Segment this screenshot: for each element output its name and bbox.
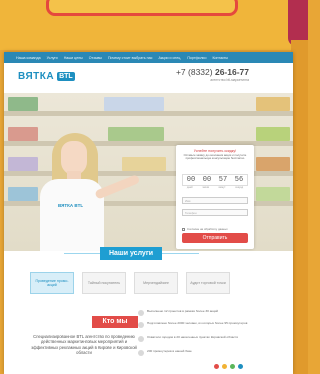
fact-icon xyxy=(138,350,144,356)
services-heading: Наши услуги xyxy=(100,247,162,260)
shelf-goods xyxy=(104,97,164,111)
checkbox-label: Согласен на обработку данных xyxy=(187,227,228,231)
shelf-goods xyxy=(256,127,290,141)
fact-icon xyxy=(138,310,144,316)
fact-text: Выполнено 12 проектов в рамках более 30 … xyxy=(147,309,219,313)
consent-checkbox[interactable]: Согласен на обработку данных xyxy=(182,227,228,231)
background-strip xyxy=(291,40,308,374)
phone-number[interactable]: +7 (8332) 26-16-77 xyxy=(176,67,249,77)
shelf-goods xyxy=(8,97,38,111)
nav-item[interactable]: Отзывы xyxy=(89,56,102,60)
phone-digits: 26-16-77 xyxy=(214,67,249,77)
shelf-goods xyxy=(8,127,38,141)
timer-labels: дней часов минут секунд xyxy=(182,186,248,189)
timer-label: часов xyxy=(202,186,209,189)
timer-hours: 00 xyxy=(202,176,212,184)
shelf-goods xyxy=(8,187,38,201)
hero-banner: ВЯТКА BTL Успейте получить скидку! Остав… xyxy=(4,93,293,251)
fact-item: 200 промоутеров в нашей базе xyxy=(138,349,256,356)
nav-item[interactable]: Контакты xyxy=(212,56,228,60)
website-screenshot: Наша команда Услуги Наши цены Отзывы Поч… xyxy=(4,52,293,374)
service-audit[interactable]: Аудит торговой точки xyxy=(186,272,230,294)
timer-seconds: 56 xyxy=(234,176,244,184)
fact-text: Охватили городов в 20 населенных пунктах… xyxy=(147,335,239,339)
nav-item[interactable]: Услуги xyxy=(47,56,58,60)
logo-box: BTL xyxy=(57,72,75,81)
nav-item[interactable]: Наши цены xyxy=(64,56,83,60)
fact-item: Выполнено 12 проектов в рамках более 30 … xyxy=(138,309,256,316)
submit-button[interactable]: Отправить xyxy=(182,233,248,243)
logo-text: ВЯТКА xyxy=(18,71,55,82)
top-navbar: Наша команда Услуги Наши цены Отзывы Поч… xyxy=(4,52,293,63)
shelf-goods xyxy=(256,157,290,171)
dot-icon xyxy=(222,364,227,369)
timer-label: дней xyxy=(186,186,193,189)
fact-item: Подготовлено более 2000 человек, из кото… xyxy=(138,321,256,328)
fact-text: 200 промоутеров в нашей базе xyxy=(147,349,192,353)
nav-item[interactable]: Портфолио xyxy=(187,56,206,60)
timer-days: 00 xyxy=(186,176,196,184)
about-heading: Кто мы xyxy=(92,316,138,328)
shelf-goods xyxy=(8,157,38,171)
shelf xyxy=(4,111,293,116)
color-dots xyxy=(214,364,243,369)
service-promo[interactable]: Проведение промо-акций xyxy=(30,272,74,294)
nav-item[interactable]: Акции и спец. xyxy=(158,56,181,60)
timer-label: секунд xyxy=(235,186,244,189)
nav-item[interactable]: Почему стоит выбрать нас xyxy=(108,56,153,60)
fact-icon xyxy=(138,336,144,342)
phone-field[interactable]: Телефон xyxy=(182,209,248,216)
about-text: Специализированное BTL агентство по пров… xyxy=(31,334,137,356)
lead-form: Успейте получить скидку! Оставьте заявку… xyxy=(176,145,254,249)
service-mystery-shopper[interactable]: Тайный покупатель xyxy=(82,272,126,294)
service-merchandising[interactable]: Мерчендайзинг xyxy=(134,272,178,294)
dot-icon xyxy=(230,364,235,369)
promoter-face xyxy=(61,141,87,175)
dot-icon xyxy=(214,364,219,369)
phone-prefix: +7 (8332) xyxy=(175,67,213,77)
shelf-goods xyxy=(108,127,164,141)
name-field[interactable]: Имя xyxy=(182,197,248,204)
form-subtitle: Оставьте заявку до окончания акции и пол… xyxy=(183,153,247,161)
fact-item: Охватили городов в 20 населенных пунктах… xyxy=(138,335,256,342)
timer-label: минут xyxy=(218,186,226,189)
fact-icon xyxy=(138,322,144,328)
shelf-goods xyxy=(256,97,290,111)
timer-minutes: 57 xyxy=(218,176,228,184)
shirt-logo: ВЯТКА BTL xyxy=(58,203,84,208)
shelf-goods xyxy=(122,157,166,171)
header-tagline: агентство btl-маркетинга xyxy=(210,78,249,82)
countdown-timer: 00 00 57 56 xyxy=(182,174,248,186)
checkbox-box[interactable] xyxy=(182,227,185,231)
fact-text: Подготовлено более 2000 человек, из кото… xyxy=(147,321,248,325)
nav-item[interactable]: Наша команда xyxy=(16,56,41,60)
shelf-goods xyxy=(256,187,290,201)
promo-badge xyxy=(46,0,238,16)
dot-icon xyxy=(238,364,243,369)
promoter-shirt xyxy=(40,179,104,251)
site-logo[interactable]: ВЯТКА BTL xyxy=(18,71,75,82)
